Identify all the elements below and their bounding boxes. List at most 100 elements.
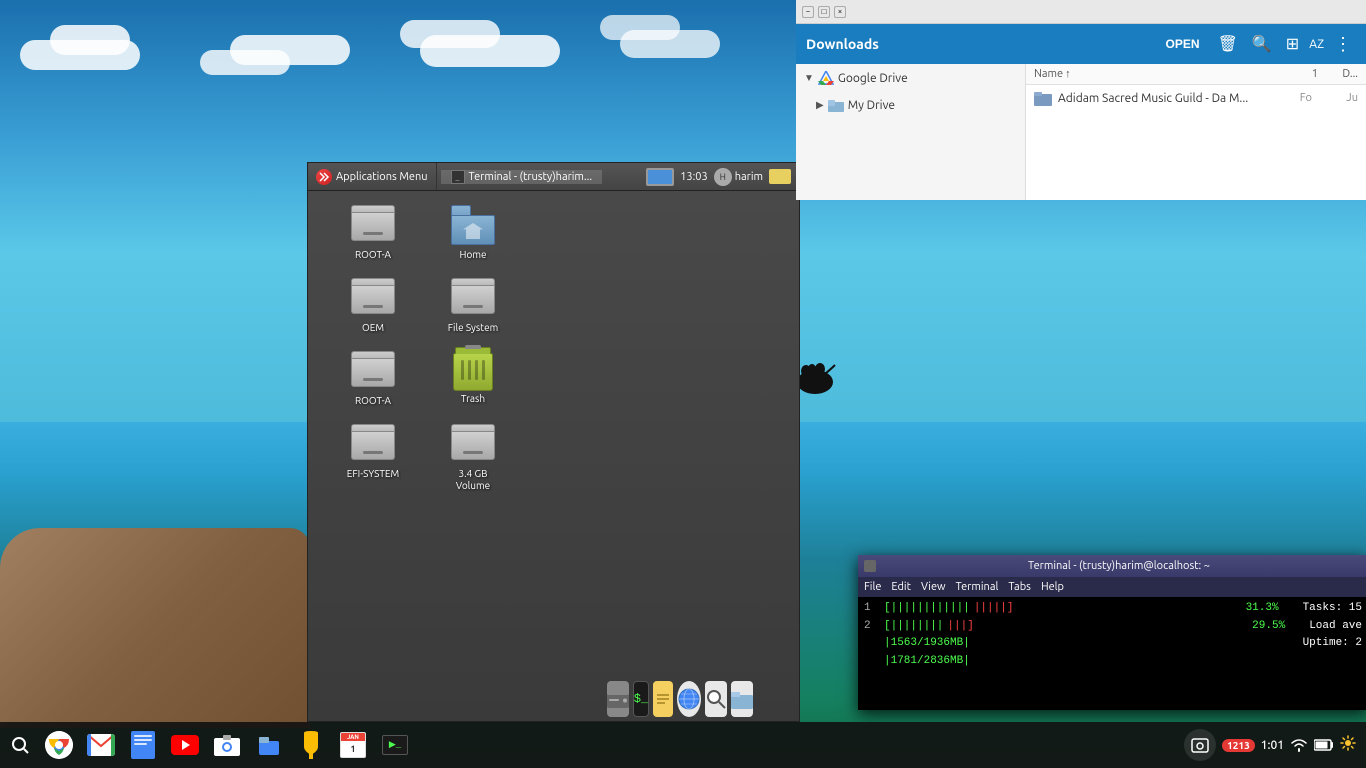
- fm-toolbar-actions: OPEN 🗑 🔍 ⊞ AZ ⋮: [1158, 30, 1356, 59]
- icon-label-home: Home: [460, 249, 487, 260]
- mem-line-1: |1563/1936MB|: [884, 635, 970, 653]
- delete-button[interactable]: 🗑: [1214, 30, 1242, 58]
- grid-view-button[interactable]: ⊞: [1282, 30, 1303, 58]
- dock-globe-icon[interactable]: [677, 681, 701, 717]
- taskbar-gmail-btn[interactable]: [82, 726, 120, 764]
- row-name: Adidam Sacred Music Guild - Da M...: [1058, 92, 1276, 105]
- icon-oem[interactable]: OEM: [328, 274, 418, 337]
- line-bars-red-2: |||]: [947, 618, 973, 636]
- fm-toolbar: Downloads OPEN 🗑 🔍 ⊞ AZ ⋮: [796, 24, 1366, 64]
- xfce-top-panel: Applications Menu _ Terminal - (trusty)h…: [308, 163, 799, 191]
- panel-right: 13:03 H harim: [638, 168, 799, 186]
- icon-volume[interactable]: 3.4 GBVolume: [428, 420, 518, 496]
- taskbar-youtube-btn[interactable]: [166, 726, 204, 764]
- maximize-btn[interactable]: □: [818, 6, 830, 18]
- row-folder-icon: [1034, 90, 1052, 106]
- dock-search-icon[interactable]: [705, 681, 727, 717]
- taskbar-calendar-btn[interactable]: JAN 1: [334, 726, 372, 764]
- icon-efi[interactable]: EFI-SYSTEM: [328, 420, 418, 496]
- terminal-menubar: File Edit View Terminal Tabs Help: [858, 577, 1366, 597]
- fm-content-row[interactable]: Adidam Sacred Music Guild - Da M... Fo J…: [1026, 85, 1366, 111]
- icon-root-a-1[interactable]: ROOT-A: [328, 201, 418, 264]
- sort-arrow: ↑: [1065, 68, 1071, 80]
- line-bars-2: [||||||||: [884, 618, 943, 636]
- desktop-switcher[interactable]: [646, 168, 674, 186]
- hdd-icon-volume: [451, 424, 495, 464]
- hdd-icon-fs: [451, 278, 495, 318]
- line-space-3: [974, 635, 1299, 653]
- desktop-icons-grid: ROOT-A Home OEM: [308, 191, 799, 506]
- terminal-body[interactable]: 1 [|||||||||||| |||||] 31.3% Tasks: 15 2…: [858, 597, 1366, 710]
- my-drive-folder-icon: [828, 98, 844, 112]
- xfce-window: Applications Menu _ Terminal - (trusty)h…: [307, 162, 800, 722]
- menu-terminal[interactable]: Terminal: [956, 581, 999, 593]
- col-d: D...: [1318, 68, 1358, 80]
- row-col2: Fo: [1282, 92, 1312, 104]
- name-col-label: Name: [1034, 68, 1063, 80]
- sidebar-my-drive[interactable]: ▶ My Drive: [796, 92, 1025, 118]
- menu-edit[interactable]: Edit: [891, 581, 911, 593]
- icon-file-system[interactable]: File System: [428, 274, 518, 337]
- taskbar-files-btn[interactable]: [250, 726, 288, 764]
- menu-help[interactable]: Help: [1041, 581, 1064, 593]
- line-uptime: Uptime: 2: [1303, 635, 1362, 653]
- icon-home[interactable]: Home: [428, 201, 518, 264]
- terminal-taskbar-btn[interactable]: _ Terminal - (trusty)harim...: [441, 170, 603, 184]
- google-drive-label: Google Drive: [838, 72, 908, 85]
- line-pct-1: [1017, 600, 1241, 618]
- menu-tabs[interactable]: Tabs: [1008, 581, 1031, 593]
- bottom-taskbar: JAN 1 ▶_ 1213 1:01: [0, 722, 1366, 768]
- fm-search-button[interactable]: 🔍: [1248, 30, 1276, 58]
- applications-menu-btn[interactable]: Applications Menu: [308, 163, 437, 190]
- google-drive-icon: [818, 70, 834, 86]
- sidebar-google-drive[interactable]: ▼ Google Drive: [796, 64, 1025, 92]
- fm-body: ▼ Google Drive ▶: [796, 64, 1366, 200]
- icon-trash[interactable]: Trash: [428, 347, 518, 410]
- terminal-close[interactable]: [864, 560, 876, 572]
- hdd-icon-oem: [351, 278, 395, 318]
- wifi-icon[interactable]: [1290, 737, 1308, 753]
- icon-label-trash: Trash: [461, 393, 485, 404]
- icon-root-a-2[interactable]: ROOT-A: [328, 347, 418, 410]
- fm-menu-button[interactable]: ⋮: [1330, 30, 1356, 59]
- panel-time: 13:03: [680, 171, 708, 183]
- line-bars-1: [||||||||||||: [884, 600, 970, 618]
- terminal-titlebar: Terminal - (trusty)harim@localhost: ~: [858, 555, 1366, 577]
- menu-view[interactable]: View: [921, 581, 946, 593]
- line-pct-2: [978, 618, 1248, 636]
- panel-user: H harim: [714, 168, 763, 186]
- menu-file[interactable]: File: [864, 581, 881, 593]
- drive-expand-arrow: ▼: [804, 72, 814, 84]
- brightness-icon[interactable]: [1340, 735, 1356, 755]
- name-column-header: Name ↑: [1034, 68, 1288, 80]
- line-num-1: 1: [864, 600, 880, 618]
- terminal-title: Terminal - (trusty)harim@localhost: ~: [876, 560, 1362, 572]
- icon-label-volume: 3.4 GBVolume: [456, 468, 490, 492]
- hdd-icon-root-a-1: [351, 205, 395, 245]
- taskbar-keep-btn[interactable]: [292, 726, 330, 764]
- dock-files-icon[interactable]: [731, 681, 753, 717]
- screenshot-btn[interactable]: [1184, 729, 1216, 761]
- taskbar-search-btn[interactable]: [2, 727, 38, 763]
- line-bars-red-1: |||||]: [974, 600, 1014, 618]
- active-desktop: [648, 170, 672, 184]
- line-load: Load ave: [1309, 618, 1362, 636]
- terminal-line-3: |1563/1936MB| Uptime: 2: [864, 635, 1362, 653]
- user-avatar: H: [714, 168, 732, 186]
- battery-icon: [1314, 738, 1334, 752]
- taskbar-terminal-btn[interactable]: ▶_: [376, 726, 414, 764]
- taskbar-right: 1213 1:01: [1184, 729, 1364, 761]
- close-btn[interactable]: ×: [834, 6, 846, 18]
- open-button[interactable]: OPEN: [1158, 33, 1208, 55]
- line-tasks: Tasks: 15: [1303, 600, 1362, 618]
- dock-notes-icon[interactable]: [653, 681, 673, 717]
- dock-terminal-icon[interactable]: $_: [633, 681, 649, 717]
- az-label: AZ: [1309, 38, 1324, 51]
- icon-label-fs: File System: [448, 322, 498, 333]
- username-label: harim: [735, 171, 763, 183]
- dock-hdd-icon[interactable]: [607, 681, 629, 717]
- taskbar-chrome-btn[interactable]: [40, 726, 78, 764]
- taskbar-docs-btn[interactable]: [124, 726, 162, 764]
- minimize-btn[interactable]: −: [802, 6, 814, 18]
- taskbar-camera-btn[interactable]: [208, 726, 246, 764]
